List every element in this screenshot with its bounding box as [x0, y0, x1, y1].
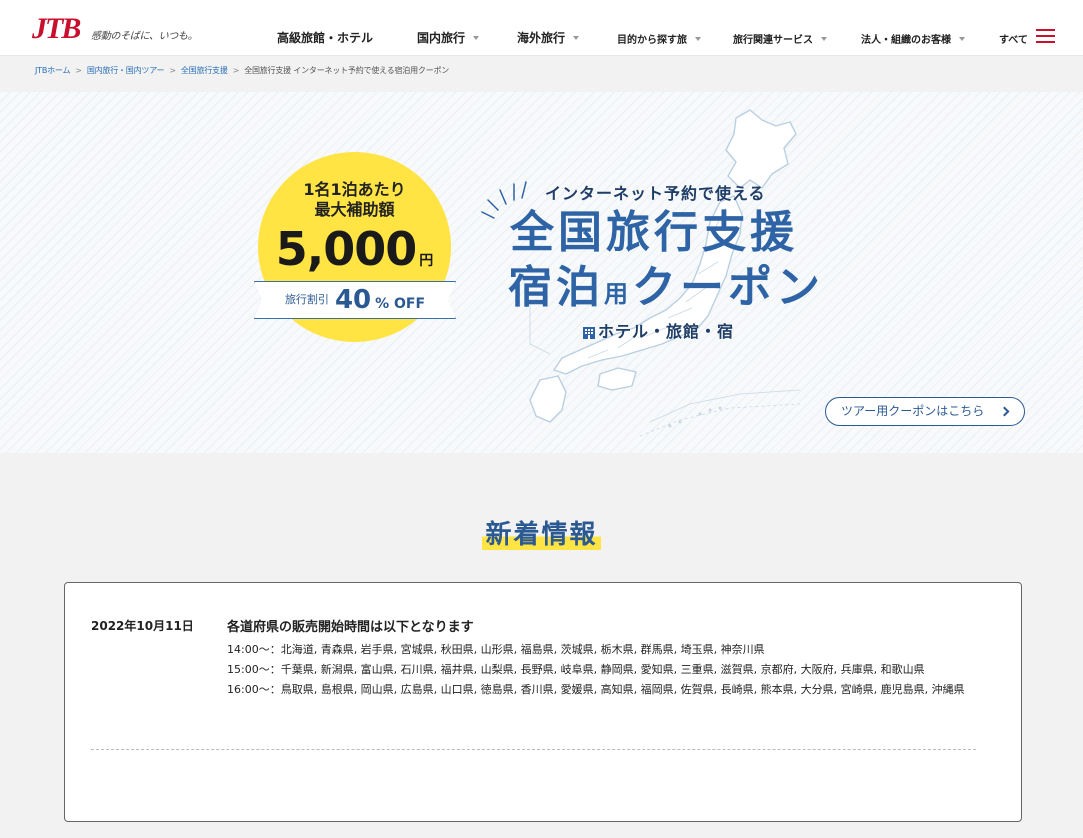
chevron-down-icon	[959, 37, 965, 41]
breadcrumb-link-travel-support[interactable]: 全国旅行支援	[181, 66, 228, 75]
nav-label: 目的から探す旅	[617, 35, 687, 46]
nav-label: 国内旅行	[417, 31, 466, 45]
discount-value: 40	[334, 285, 372, 315]
hamburger-menu-icon[interactable]	[1036, 29, 1055, 45]
discount-ribbon: 旅行割引 40% OFF	[254, 281, 456, 319]
breadcrumb-link-domestic[interactable]: 国内旅行・国内ツアー	[87, 66, 165, 75]
nav-label: 法人・組織のお客様	[861, 35, 951, 46]
nav-label: すべて	[999, 35, 1028, 46]
chevron-right-icon	[999, 406, 1010, 417]
news-line: 15:00〜：千葉県, 新潟県, 富山県, 石川県, 福井県, 山梨県, 長野県…	[227, 663, 925, 676]
hero-accommodation-types: ホテル・旅館・宿	[582, 318, 734, 342]
news-heading: 新着情報	[0, 514, 1083, 551]
news-body: 14:00〜：北海道, 青森県, 岩手県, 宮城県, 秋田県, 山形県, 福島県…	[227, 640, 987, 700]
tour-coupon-button[interactable]: ツアー用クーポンはこちら	[825, 397, 1025, 426]
logo-tagline: 感動のそばに、いつも。	[91, 31, 198, 42]
chevron-down-icon	[821, 37, 827, 41]
badge-line-1: 1名1泊あたり	[303, 180, 406, 199]
hotels-label: ホテル・旅館・宿	[598, 322, 735, 341]
hero-banner: 1名1泊あたり 最大補助額 5,000 円 旅行割引 40% OFF インターネット…	[0, 92, 1083, 453]
discount-label: 旅行割引	[284, 293, 329, 306]
hero-title-part-a: 宿泊	[508, 262, 604, 313]
badge-line-2: 最大補助額	[314, 200, 395, 219]
nav-luxury-ryokan-hotel[interactable]: 高級旅館・ホテル	[277, 29, 373, 46]
hero-title-part-c: クーポン	[632, 262, 824, 313]
nav-purpose-travel[interactable]: 目的から探す旅	[617, 31, 701, 46]
building-icon	[583, 327, 595, 339]
badge-amount-value: 5,000	[275, 222, 418, 276]
chevron-down-icon	[573, 35, 580, 40]
news-divider	[91, 749, 976, 750]
hero-title-line-1: 全国旅行支援	[510, 207, 798, 258]
breadcrumb-separator-icon: >	[169, 66, 176, 75]
news-heading-text: 新着情報	[482, 520, 601, 550]
hero-title-part-b: 用	[604, 280, 632, 308]
site-header: JTB 感動のそばに、いつも。 高級旅館・ホテル 国内旅行 海外旅行 目的から探…	[0, 0, 1083, 56]
news-title: 各道府県の販売開始時間は以下となります	[227, 620, 474, 635]
news-panel: 2022年10月11日 各道府県の販売開始時間は以下となります 14:00〜：北…	[64, 582, 1022, 822]
badge-amount-currency: 円	[419, 253, 434, 269]
breadcrumb: JTBホーム > 国内旅行・国内ツアー > 全国旅行支援 > 全国旅行支援 インターネット予…	[35, 65, 449, 76]
nav-label: 旅行関連サービス	[733, 35, 813, 46]
nav-overseas-travel[interactable]: 海外旅行	[517, 29, 580, 46]
discount-unit: % OFF	[375, 296, 426, 312]
jtb-logo[interactable]: JTB	[32, 14, 81, 44]
nav-travel-services[interactable]: 旅行関連サービス	[733, 31, 827, 46]
news-line: 16:00〜：鳥取県, 島根県, 岡山県, 広島県, 山口県, 徳島県, 香川県…	[227, 683, 965, 696]
hero-title-line-2: 宿泊用クーポン	[508, 260, 824, 322]
breadcrumb-separator-icon: >	[232, 66, 240, 75]
chevron-down-icon	[695, 37, 701, 41]
breadcrumb-link-home[interactable]: JTBホーム	[35, 66, 70, 75]
news-line: 14:00〜：北海道, 青森県, 岩手県, 宮城県, 秋田県, 山形県, 福島県…	[227, 643, 765, 656]
nav-label: 海外旅行	[517, 31, 566, 45]
news-date: 2022年10月11日	[91, 619, 194, 633]
nav-all[interactable]: すべて	[999, 31, 1028, 46]
nav-label: 高級旅館・ホテル	[277, 31, 374, 45]
badge-amount: 5,000 円	[258, 224, 451, 286]
breadcrumb-current: 全国旅行支援 インターネット予約で使える宿泊用クーポン	[244, 66, 450, 75]
nav-corporate[interactable]: 法人・組織のお客様	[861, 31, 965, 46]
tour-coupon-button-label: ツアー用クーポンはこちら	[841, 404, 985, 418]
nav-domestic-travel[interactable]: 国内旅行	[417, 29, 480, 46]
chevron-down-icon	[473, 35, 480, 40]
breadcrumb-separator-icon: >	[75, 66, 82, 75]
hero-subtitle: インターネット予約で使える	[545, 184, 766, 203]
